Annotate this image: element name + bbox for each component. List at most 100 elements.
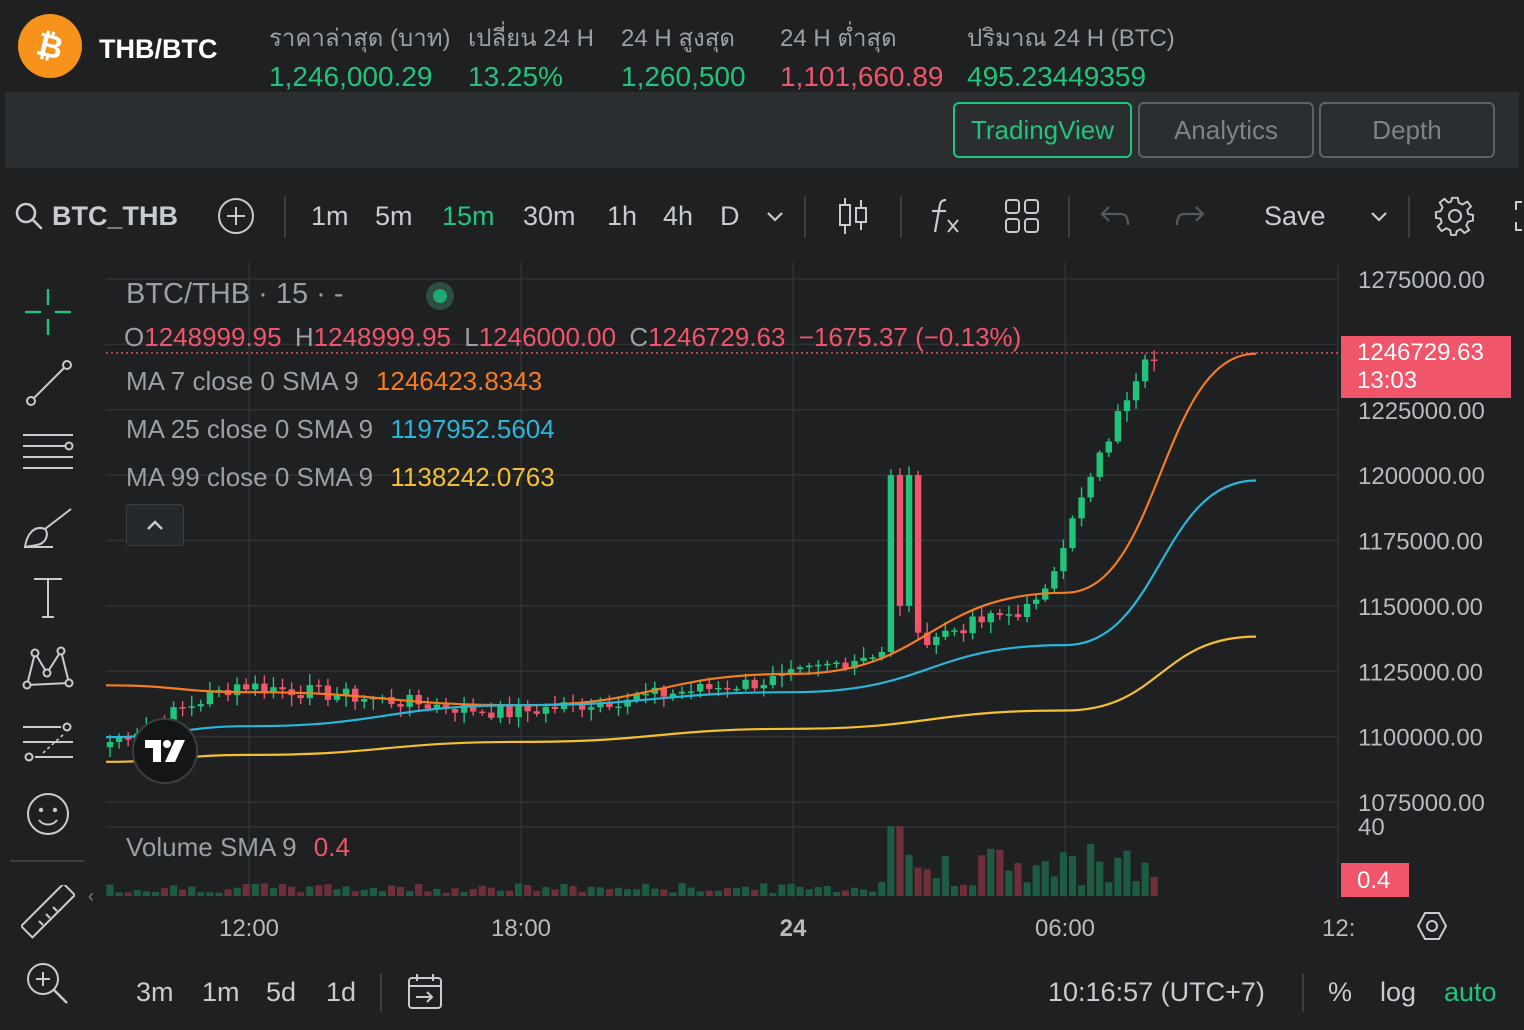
volume-bar [442, 892, 450, 896]
candle [796, 667, 804, 670]
prediction-tool[interactable] [18, 712, 78, 772]
volume-bar [823, 885, 831, 896]
tradingview-logo[interactable] [132, 718, 198, 784]
stat-value: 1,101,660.89 [780, 61, 944, 92]
undo-button[interactable] [1099, 168, 1131, 264]
interval-5m[interactable]: 5m [375, 168, 413, 264]
volume-bar [1132, 880, 1140, 896]
candle [197, 704, 204, 707]
tab-depth[interactable]: Depth [1319, 102, 1495, 158]
forecast-icon [23, 722, 73, 762]
candle [1105, 441, 1112, 453]
pattern-tool[interactable] [18, 638, 78, 698]
volume-bar [969, 885, 977, 896]
toolbar-divider [900, 196, 902, 238]
interval-1m[interactable]: 1m [311, 168, 349, 264]
redo-button[interactable] [1174, 168, 1206, 264]
ma25-label: MA 25 close 0 SMA 9 [126, 414, 374, 444]
candle [1087, 476, 1094, 498]
brush-tool[interactable] [18, 498, 78, 558]
axis-settings-button[interactable] [1416, 910, 1448, 947]
candle [769, 676, 777, 685]
text-tool[interactable] [18, 568, 78, 628]
candle [551, 706, 559, 709]
volume-bar [524, 884, 532, 896]
candle [833, 662, 840, 665]
chart-type-button[interactable] [836, 168, 870, 264]
interval-30m[interactable]: 30m [523, 168, 576, 264]
stat-low-24h: 24 H ต่ำสุด 1,101,660.89 [780, 18, 944, 93]
log-scale-toggle[interactable]: log [1380, 954, 1416, 1030]
volume-bar [914, 867, 922, 896]
range-5d[interactable]: 5d [266, 954, 296, 1030]
zoom-in-tool[interactable] [18, 954, 78, 1014]
candle [451, 709, 459, 713]
volume-bar [1059, 852, 1067, 896]
symbol-label: BTC_THB [52, 200, 178, 231]
tab-analytics[interactable]: Analytics [1138, 102, 1314, 158]
tab-tradingview[interactable]: TradingView [953, 102, 1132, 158]
volume-bar [333, 889, 341, 896]
volume-bar [796, 886, 804, 896]
emoji-tool[interactable] [18, 784, 78, 844]
price-axis-label: 1075000.00 [1358, 790, 1485, 817]
fullscreen-button[interactable] [1512, 168, 1524, 264]
volume-bar [642, 883, 650, 896]
interval-dropdown[interactable] [764, 168, 786, 264]
candle [1141, 359, 1149, 382]
current-price: 1246729.63 [1357, 339, 1484, 366]
svg-text:₿: ₿ [33, 26, 67, 66]
go-to-date-button[interactable] [406, 954, 446, 1030]
volume-bar [260, 883, 268, 896]
candle [642, 693, 649, 696]
range-1d[interactable]: 1d [326, 954, 356, 1030]
candle [479, 711, 486, 714]
change-value: −1675.37 (−0.13%) [798, 322, 1022, 352]
price-chart[interactable]: 1275000.001250000.001225000.001200000.00… [106, 262, 1524, 954]
volume-bar [124, 892, 132, 896]
ma25-legend: MA 25 close 0 SMA 9 1197952.5604 [126, 414, 555, 445]
toolbar-divider [284, 196, 286, 238]
volume-bar [742, 886, 750, 896]
volume-bar [850, 887, 859, 896]
measure-tool[interactable] [18, 882, 78, 942]
stat-volume-24h: ปริมาณ 24 H (BTC) 495.23449359 [967, 18, 1175, 93]
interval-15m[interactable]: 15m [442, 168, 495, 264]
undo-icon [1100, 206, 1130, 226]
volume-bar [415, 884, 423, 896]
candle [306, 685, 313, 699]
percent-scale-toggle[interactable]: % [1328, 954, 1352, 1030]
candle [1151, 359, 1158, 361]
compare-add-button[interactable] [216, 168, 256, 264]
volume-bar [533, 890, 541, 896]
fib-tool[interactable] [18, 422, 78, 482]
volume-bar [269, 888, 278, 896]
save-button[interactable]: Save [1264, 168, 1326, 264]
interval-d[interactable]: D [720, 168, 740, 264]
range-1m[interactable]: 1m [202, 954, 240, 1030]
toolbar-divider [1068, 196, 1070, 238]
candle [1123, 400, 1131, 411]
crosshair-tool[interactable] [18, 282, 78, 342]
collapse-toolbar-icon[interactable]: ‹ [88, 886, 94, 907]
bar-countdown: 13:03 [1357, 367, 1418, 394]
save-dropdown[interactable] [1368, 168, 1390, 264]
stat-label: 24 H ต่ำสุด [780, 25, 897, 52]
range-3m[interactable]: 3m [136, 954, 174, 1030]
volume-bar [723, 888, 732, 896]
settings-button[interactable] [1434, 168, 1476, 264]
timezone-clock[interactable]: 10:16:57 (UTC+7) [1048, 954, 1265, 1030]
layout-button[interactable] [1004, 168, 1040, 264]
pattern-icon [22, 646, 74, 690]
volume-bar [288, 886, 296, 896]
legend-collapse-button[interactable] [126, 504, 184, 546]
volume-bar [188, 886, 196, 896]
symbol-search[interactable]: BTC_THB [14, 168, 178, 264]
interval-1h[interactable]: 1h [607, 168, 637, 264]
indicators-button[interactable] [928, 168, 962, 264]
interval-4h[interactable]: 4h [663, 168, 693, 264]
candle [733, 688, 740, 691]
candle [706, 683, 713, 689]
trend-line-tool[interactable] [18, 352, 78, 412]
auto-scale-toggle[interactable]: auto [1444, 954, 1497, 1030]
